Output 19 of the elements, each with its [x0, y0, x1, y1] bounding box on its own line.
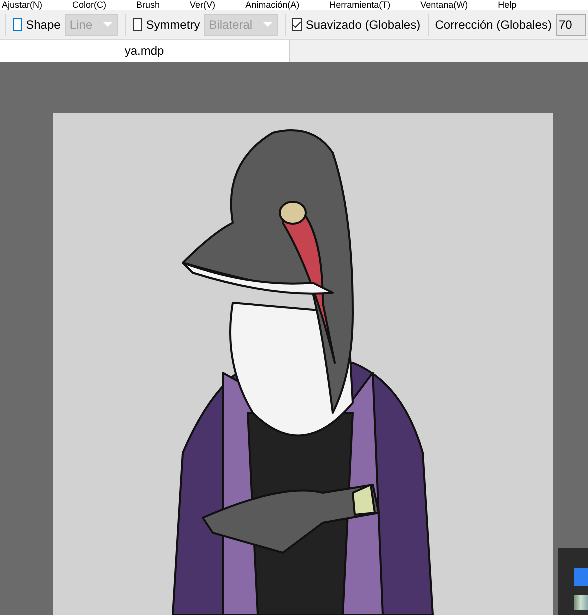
menu-item[interactable]: Ver(V)	[190, 0, 216, 10]
file-tab[interactable]: ya.mdp	[0, 40, 290, 62]
menu-item[interactable]: Animación(A)	[246, 0, 300, 10]
caret-icon	[103, 22, 114, 27]
caret-icon	[262, 22, 273, 27]
menu-item[interactable]: Brush	[136, 0, 160, 10]
checkbox-label: Shape	[26, 16, 61, 34]
menu-item[interactable]: Color(C)	[72, 0, 107, 10]
checkbox-label: Suavizado (Globales)	[306, 16, 421, 34]
number-field[interactable]: 70	[556, 14, 586, 36]
menu-item[interactable]: Ventana(W)	[420, 0, 468, 10]
photo-placeholder	[574, 595, 588, 610]
canvas[interactable]	[53, 113, 553, 615]
checkbox-label: Symmetry	[146, 16, 200, 34]
menu-item[interactable]: Herramienta(T)	[330, 0, 391, 10]
checkbox[interactable]	[292, 18, 302, 31]
menu-item[interactable]: Help	[498, 0, 517, 10]
field-label: Corrección (Globales)	[435, 16, 552, 34]
menu-item[interactable]: Ajustar(N)	[2, 0, 43, 10]
